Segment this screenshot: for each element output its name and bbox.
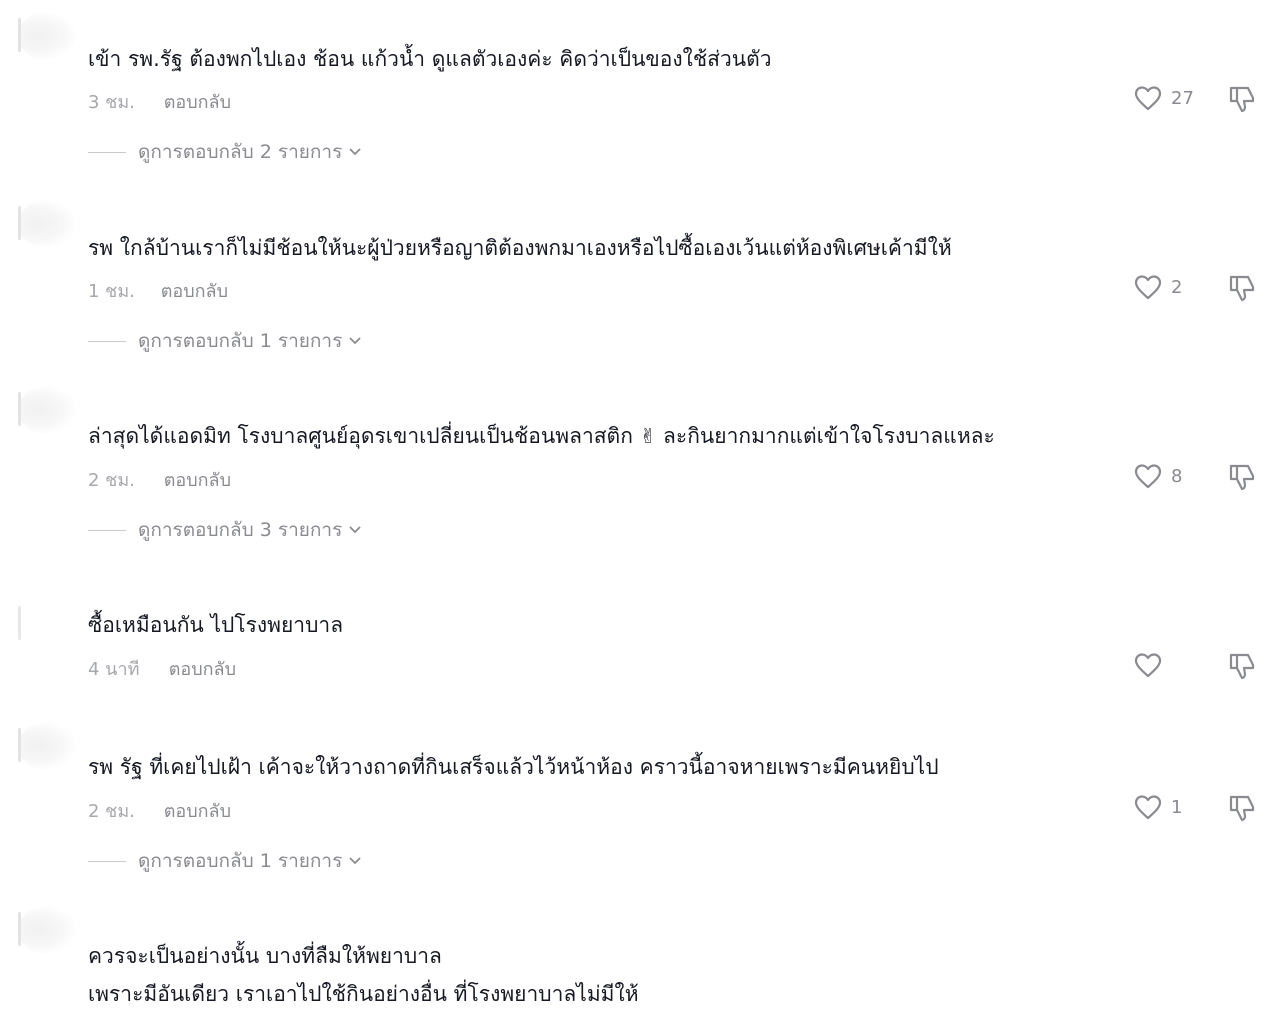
- like-count: 27: [1171, 87, 1194, 109]
- view-replies-label: ดูการตอบกลับ 1 รายการ: [138, 330, 343, 352]
- like-button[interactable]: 2: [1134, 274, 1182, 300]
- view-replies-button[interactable]: ดูการตอบกลับ 1 รายการ: [88, 846, 362, 876]
- comment-time: 3 ชม.: [88, 92, 135, 113]
- thumbs-down-outline-icon[interactable]: [1227, 462, 1257, 492]
- view-replies-button[interactable]: ดูการตอบกลับ 2 รายการ: [88, 137, 362, 167]
- comment-time: 2 ชม.: [88, 801, 135, 822]
- comment-meta: 1 ชม. ตอบกลับ: [88, 276, 228, 305]
- comment-time: 1 ชม.: [88, 281, 135, 302]
- comment-text-line: เพราะมีอันเดียว เราเอาไปใช้กินอย่างอื่น …: [88, 982, 639, 1006]
- comment-text: ล่าสุดได้แอดมิท โรงบาลศูนย์อุดรเขาเปลี่ย…: [88, 417, 995, 455]
- chevron-down-icon: [349, 148, 361, 156]
- comment-meta: 2 ชม. ตอบกลับ: [88, 465, 231, 494]
- comment-time: 4 นาที: [88, 659, 140, 680]
- comment-text-line: ควรจะเป็นอย่างนั้น บางที่ลืมให้พยาบาล: [88, 944, 442, 968]
- victory-hand-emoji: ✌: [639, 424, 657, 448]
- view-replies-button[interactable]: ดูการตอบกลับ 1 รายการ: [88, 326, 362, 356]
- like-count: 8: [1171, 465, 1183, 487]
- view-replies-button[interactable]: ดูการตอบกลับ 3 รายการ: [88, 515, 362, 545]
- thumbs-down-outline-icon[interactable]: [1227, 651, 1257, 681]
- reply-button[interactable]: ตอบกลับ: [164, 92, 231, 113]
- comment-text-part: ล่าสุดได้แอดมิท โรงบาลศูนย์อุดรเขาเปลี่ย…: [88, 424, 633, 448]
- chevron-down-icon: [349, 857, 361, 865]
- comment-text-part: ละกินยากมากแต่เข้าใจโรงบาลแหละ: [663, 424, 995, 448]
- reply-button[interactable]: ตอบกลับ: [164, 801, 231, 822]
- heart-outline-icon: [1134, 86, 1162, 111]
- thumbs-down-outline-icon[interactable]: [1227, 273, 1257, 303]
- avatar[interactable]: [18, 906, 76, 954]
- view-replies-label: ดูการตอบกลับ 3 รายการ: [138, 519, 343, 541]
- view-replies-label: ดูการตอบกลับ 2 รายการ: [138, 141, 343, 163]
- avatar[interactable]: [18, 386, 76, 434]
- avatar[interactable]: [18, 722, 76, 770]
- avatar[interactable]: [18, 200, 76, 248]
- heart-outline-icon: [1134, 275, 1162, 300]
- comment-text: ซื้อเหมือนกัน ไปโรงพยาบาล: [88, 613, 344, 637]
- avatar[interactable]: [18, 12, 76, 60]
- chevron-down-icon: [349, 337, 361, 345]
- thumbs-down-outline-icon[interactable]: [1227, 793, 1257, 823]
- heart-outline-icon: [1134, 464, 1162, 489]
- comment-meta: 4 นาที ตอบกลับ: [88, 654, 236, 683]
- divider-line: [88, 340, 126, 342]
- like-button[interactable]: 27: [1134, 85, 1194, 111]
- thumbs-down-outline-icon[interactable]: [1227, 84, 1257, 114]
- chevron-down-icon: [349, 526, 361, 534]
- reply-button[interactable]: ตอบกลับ: [164, 470, 231, 491]
- like-button[interactable]: [1134, 652, 1162, 678]
- reply-button[interactable]: ตอบกลับ: [169, 659, 236, 680]
- comment-text: เข้า รพ.รัฐ ต้องพกไปเอง ช้อน แก้วน้ำ ดูแ…: [88, 47, 772, 71]
- comment-text: รพ รัฐ ที่เคยไปเฝ้า เค้าจะให้วางถาดที่กิ…: [88, 755, 939, 779]
- divider-line: [88, 151, 126, 153]
- comment-text: รพ ใกล้บ้านเราก็ไม่มีช้อนให้นะผู้ป่วยหรื…: [88, 236, 952, 260]
- divider-line: [88, 529, 126, 531]
- like-button[interactable]: 1: [1134, 794, 1182, 820]
- comment-meta: 2 ชม. ตอบกลับ: [88, 796, 231, 825]
- view-replies-label: ดูการตอบกลับ 1 รายการ: [138, 850, 343, 872]
- like-button[interactable]: 8: [1134, 463, 1182, 489]
- reply-button[interactable]: ตอบกลับ: [161, 281, 228, 302]
- like-count: 2: [1171, 276, 1183, 298]
- comment-meta: 3 ชม. ตอบกลับ: [88, 87, 231, 116]
- heart-outline-icon: [1134, 795, 1162, 820]
- avatar[interactable]: [18, 600, 28, 648]
- divider-line: [88, 860, 126, 862]
- comment-time: 2 ชม.: [88, 470, 135, 491]
- heart-outline-icon: [1134, 653, 1162, 678]
- like-count: 1: [1171, 796, 1183, 818]
